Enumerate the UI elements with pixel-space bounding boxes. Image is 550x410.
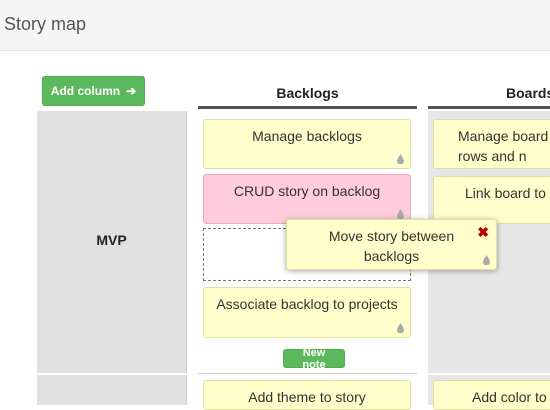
page-header: Story map (0, 0, 550, 51)
story-note-text: Manage board rows and n (458, 128, 549, 164)
story-note[interactable]: Add theme to story (203, 380, 411, 410)
page-title: Story map (4, 14, 87, 34)
column-header-boards[interactable]: Boards (428, 85, 550, 109)
arrow-right-icon: ➔ (126, 84, 137, 98)
row-label-mvp: MVP (96, 232, 127, 248)
add-column-label: Add column (50, 84, 121, 98)
story-note[interactable]: Add color to (433, 380, 550, 410)
story-note-text: Add theme to story (248, 389, 366, 405)
story-note[interactable]: Manage board rows and n (433, 119, 550, 169)
story-note-text: Manage backlogs (252, 128, 362, 144)
drop-icon[interactable] (483, 255, 490, 265)
row-header-mvp: MVP (37, 111, 187, 373)
story-note-text: CRUD story on backlog (233, 183, 381, 199)
dragging-story-note[interactable]: Move story between backlogs ✖ (286, 219, 497, 270)
drop-icon[interactable] (397, 154, 404, 164)
new-note-button[interactable]: New note (283, 347, 345, 371)
story-note-text: Link board to (465, 185, 546, 201)
story-note[interactable]: Manage backlogs (203, 119, 411, 169)
row-header-next (37, 375, 187, 405)
story-note[interactable]: CRUD story on backlog (203, 174, 411, 224)
row-divider (198, 373, 417, 374)
close-icon[interactable]: ✖ (477, 222, 489, 242)
story-note[interactable]: Link board to (433, 176, 550, 224)
story-note[interactable]: Associate backlog to projects (203, 287, 411, 338)
add-column-button[interactable]: Add column ➔ (42, 76, 145, 106)
drop-icon[interactable] (397, 323, 404, 333)
story-note-text: Add color to (472, 389, 547, 405)
story-note-text: Move story between backlogs (328, 228, 455, 264)
story-note-text: Associate backlog to projects (216, 296, 398, 312)
drop-icon[interactable] (397, 209, 404, 219)
column-header-backlogs[interactable]: Backlogs (198, 85, 417, 109)
